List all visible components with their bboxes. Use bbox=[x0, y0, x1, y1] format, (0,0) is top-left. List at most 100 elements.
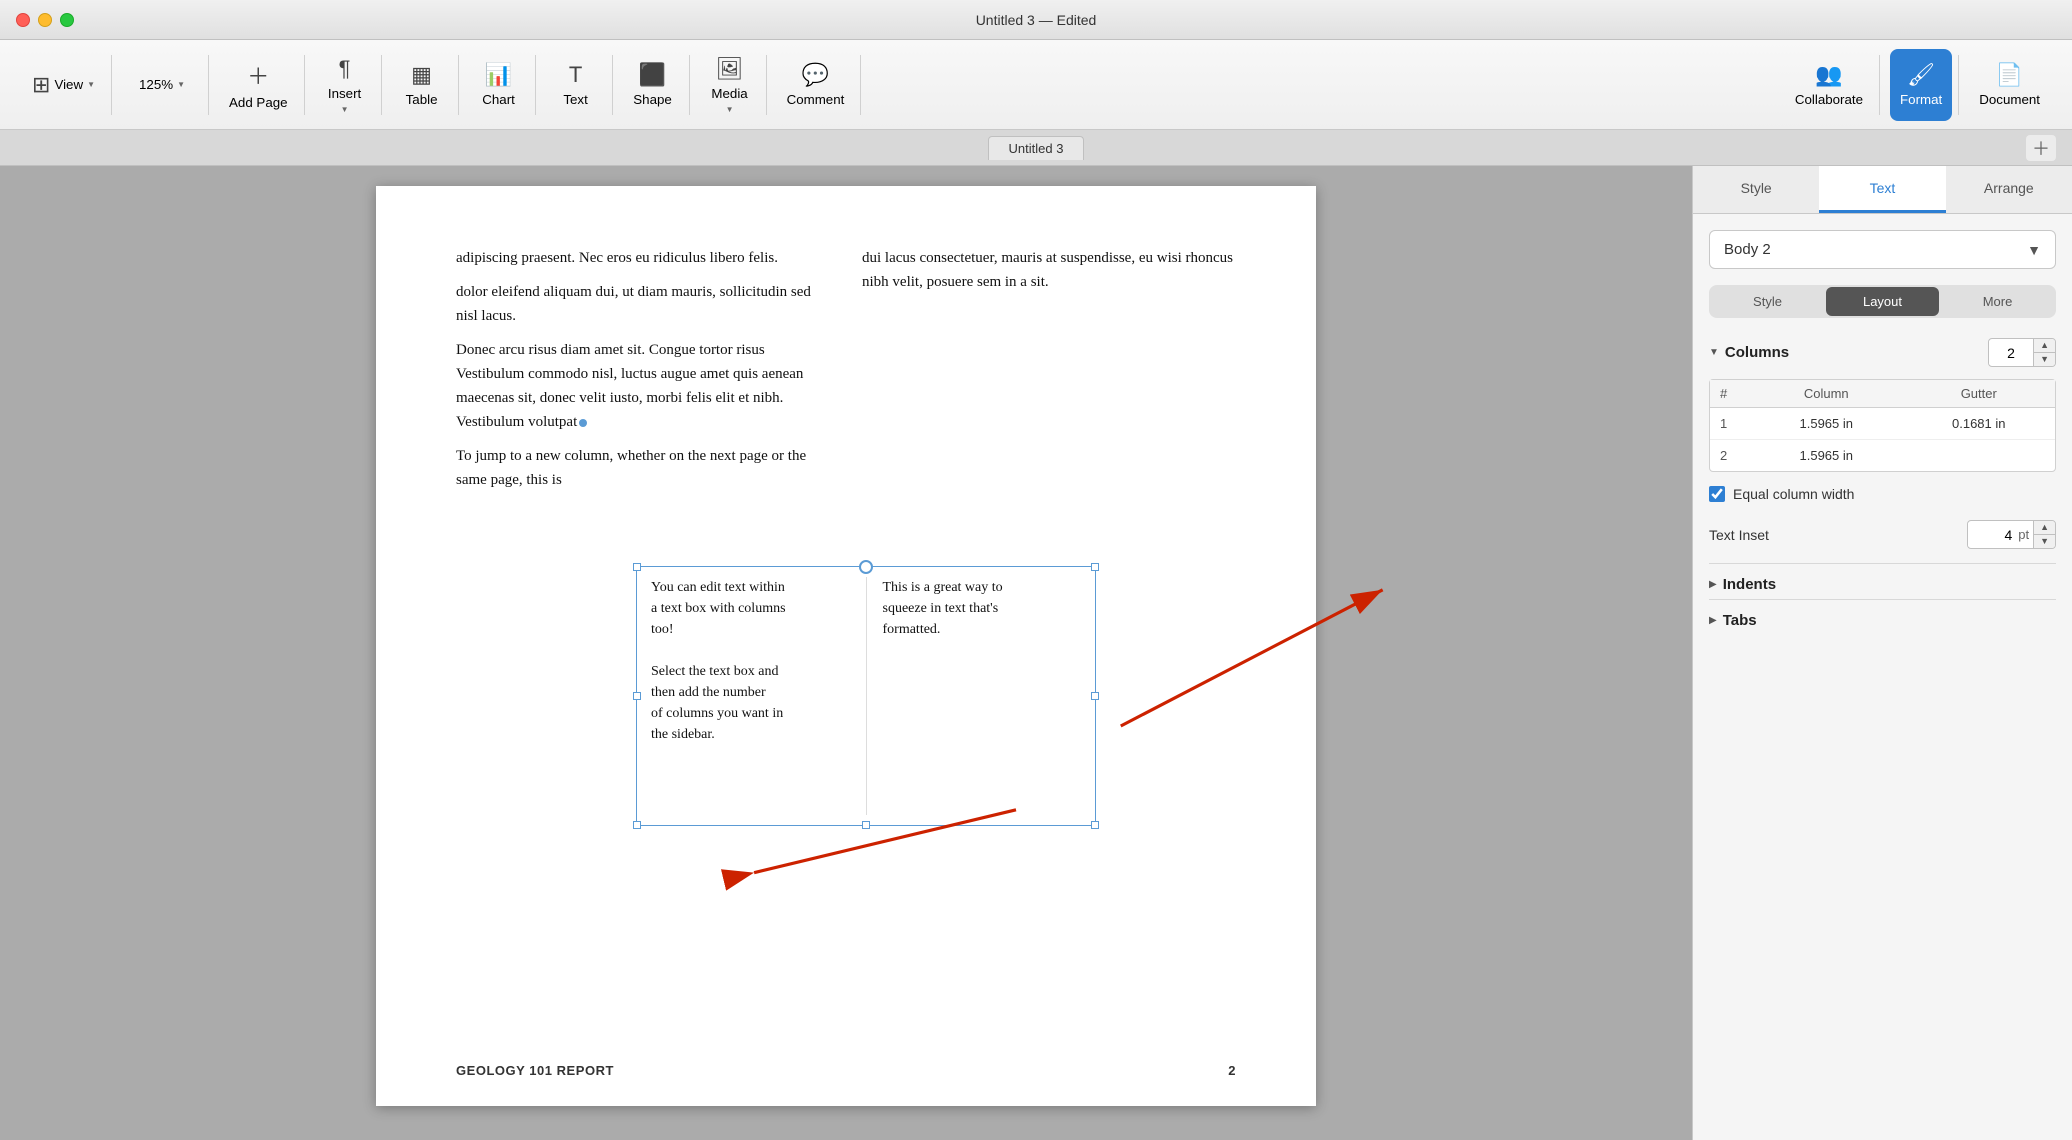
text-icon: T bbox=[569, 62, 582, 88]
tabs-header[interactable]: ▶ Tabs bbox=[1709, 612, 2056, 629]
zoom-button[interactable]: 125% ▼ bbox=[122, 49, 202, 121]
text-inset-field[interactable]: pt ▲ ▼ bbox=[1967, 520, 2056, 549]
sidebar-tabs: Style Text Arrange bbox=[1693, 166, 2072, 214]
canvas-area[interactable]: adipiscing praesent. Nec eros eu ridicul… bbox=[0, 166, 1692, 1140]
tab-arrange[interactable]: Arrange bbox=[1946, 166, 2072, 213]
style-dropdown[interactable]: Body 2 ▼ bbox=[1709, 230, 2056, 269]
add-sheet-button[interactable]: ＋ bbox=[2026, 135, 2056, 161]
columns-stepper-buttons: ▲ ▼ bbox=[2033, 339, 2055, 366]
sub-tab-style[interactable]: Style bbox=[1711, 287, 1824, 316]
table-row: 1 1.5965 in 0.1681 in bbox=[1710, 408, 2055, 440]
view-icon: ⊞ bbox=[32, 72, 50, 98]
body-para-4: To jump to a new column, whether on the … bbox=[456, 444, 830, 492]
indents-title: Indents bbox=[1723, 576, 1776, 593]
handle-top-center[interactable] bbox=[859, 560, 873, 574]
table-button[interactable]: ▦ Table bbox=[392, 49, 452, 121]
document-button[interactable]: 📄 Document bbox=[1969, 49, 2050, 121]
columns-title[interactable]: ▼ Columns bbox=[1709, 344, 1789, 361]
insert-button[interactable]: ¶ Insert ▼ bbox=[315, 49, 375, 121]
toolbar-comment-group: 💬 Comment bbox=[771, 55, 862, 115]
shape-icon: ⬛ bbox=[639, 62, 666, 88]
maximize-button[interactable] bbox=[60, 13, 74, 27]
comment-button[interactable]: 💬 Comment bbox=[777, 49, 855, 121]
toolbar-document-group: 📄 Document bbox=[1963, 55, 2056, 115]
main-layout: adipiscing praesent. Nec eros eu ridicul… bbox=[0, 166, 2072, 1140]
close-button[interactable] bbox=[16, 13, 30, 27]
handle-bot-center[interactable] bbox=[862, 821, 870, 829]
media-icon: 🖼 bbox=[716, 56, 744, 82]
columns-decrement-button[interactable]: ▼ bbox=[2034, 353, 2055, 366]
toolbar-zoom-group: 125% ▼ bbox=[116, 55, 209, 115]
columns-stepper[interactable]: 2 ▲ ▼ bbox=[1988, 338, 2056, 367]
add-page-label: Add Page bbox=[229, 95, 288, 110]
tabs-title: Tabs bbox=[1723, 612, 1757, 629]
col-row-1-gutter[interactable]: 0.1681 in bbox=[1903, 408, 2056, 439]
tabs-section: ▶ Tabs bbox=[1709, 599, 2056, 629]
style-dropdown-chevron-icon: ▼ bbox=[2027, 242, 2041, 258]
titlebar: Untitled 3 — Edited bbox=[0, 0, 2072, 40]
text-inset-decrement-button[interactable]: ▼ bbox=[2034, 535, 2055, 548]
col-row-1-width[interactable]: 1.5965 in bbox=[1750, 408, 1903, 439]
minimize-button[interactable] bbox=[38, 13, 52, 27]
text-inset-increment-button[interactable]: ▲ bbox=[2034, 521, 2055, 535]
toolbar: ⊞ View ▼ 125% ▼ ＋ Add Page ¶ Insert ▼ ▦ … bbox=[0, 40, 2072, 130]
equal-column-width-label: Equal column width bbox=[1733, 486, 1854, 502]
col-row-2-gutter bbox=[1903, 440, 2056, 471]
text-inset-unit: pt bbox=[2018, 527, 2033, 542]
collaborate-button[interactable]: 👥 Collaborate bbox=[1785, 49, 1873, 121]
view-label: View bbox=[54, 77, 83, 92]
selected-text-box[interactable]: You can edit text within a text box with… bbox=[636, 566, 1096, 826]
style-dropdown-label: Body 2 bbox=[1724, 241, 1771, 258]
body-para-1: adipiscing praesent. Nec eros eu ridicul… bbox=[456, 246, 830, 270]
sub-tab-layout[interactable]: Layout bbox=[1826, 287, 1939, 316]
handle-mid-right[interactable] bbox=[1091, 692, 1099, 700]
toolbar-addpage-group: ＋ Add Page bbox=[213, 55, 305, 115]
view-button[interactable]: ⊞ View ▼ bbox=[22, 49, 105, 121]
zoom-label: 125% bbox=[139, 77, 173, 92]
sidebar: Style Text Arrange Body 2 ▼ Style Layout… bbox=[1692, 166, 2072, 1140]
indents-arrow-icon: ▶ bbox=[1709, 579, 1717, 590]
add-page-button[interactable]: ＋ Add Page bbox=[219, 49, 298, 121]
shape-label: Shape bbox=[633, 92, 672, 107]
window-title: Untitled 3 — Edited bbox=[976, 12, 1097, 28]
insert-icon: ¶ bbox=[339, 56, 351, 82]
columns-increment-button[interactable]: ▲ bbox=[2034, 339, 2055, 353]
footer-left: GEOLOGY 101 REPORT bbox=[456, 1061, 614, 1082]
table-icon: ▦ bbox=[411, 62, 432, 88]
chart-label: Chart bbox=[482, 92, 515, 107]
text-inset-stepper-buttons: ▲ ▼ bbox=[2033, 521, 2055, 548]
toolbar-shape-group: ⬛ Shape bbox=[617, 55, 690, 115]
text-inset-label: Text Inset bbox=[1709, 527, 1769, 543]
tab-style[interactable]: Style bbox=[1693, 166, 1819, 213]
comment-icon: 💬 bbox=[802, 62, 829, 88]
handle-bot-right[interactable] bbox=[1091, 821, 1099, 829]
columns-count-input[interactable]: 2 bbox=[1989, 341, 2033, 365]
document-tab[interactable]: Untitled 3 bbox=[988, 136, 1085, 160]
chart-button[interactable]: 📊 Chart bbox=[469, 49, 529, 121]
indents-header[interactable]: ▶ Indents bbox=[1709, 576, 2056, 593]
text-inset-input[interactable] bbox=[1968, 523, 2018, 547]
tab-text[interactable]: Text bbox=[1819, 166, 1945, 213]
handle-mid-left[interactable] bbox=[633, 692, 641, 700]
text-box-container: You can edit text within a text box with… bbox=[636, 566, 1096, 826]
handle-top-left[interactable] bbox=[633, 563, 641, 571]
handle-top-right[interactable] bbox=[1091, 563, 1099, 571]
toolbar-collaborate-group: 👥 Collaborate bbox=[1779, 55, 1880, 115]
toolbar-insert-group: ¶ Insert ▼ bbox=[309, 55, 382, 115]
equal-column-width-row: Equal column width bbox=[1709, 486, 2056, 502]
columns-label: Columns bbox=[1725, 344, 1789, 361]
sub-tab-more[interactable]: More bbox=[1941, 287, 2054, 316]
col-header-num: # bbox=[1710, 380, 1750, 407]
media-button[interactable]: 🖼 Media ▼ bbox=[700, 49, 760, 121]
toolbar-chart-group: 📊 Chart bbox=[463, 55, 536, 115]
tabs-arrow-icon: ▶ bbox=[1709, 615, 1717, 626]
col-row-2-width[interactable]: 1.5965 in bbox=[1750, 440, 1903, 471]
equal-column-width-checkbox[interactable] bbox=[1709, 486, 1725, 502]
shape-button[interactable]: ⬛ Shape bbox=[623, 49, 683, 121]
handle-bot-left[interactable] bbox=[633, 821, 641, 829]
text-button[interactable]: T Text bbox=[546, 49, 606, 121]
indents-section: ▶ Indents bbox=[1709, 563, 2056, 593]
sub-tabs: Style Layout More bbox=[1709, 285, 2056, 318]
columns-table-header: # Column Gutter bbox=[1710, 380, 2055, 408]
format-button[interactable]: 🖌 Format bbox=[1890, 49, 1952, 121]
